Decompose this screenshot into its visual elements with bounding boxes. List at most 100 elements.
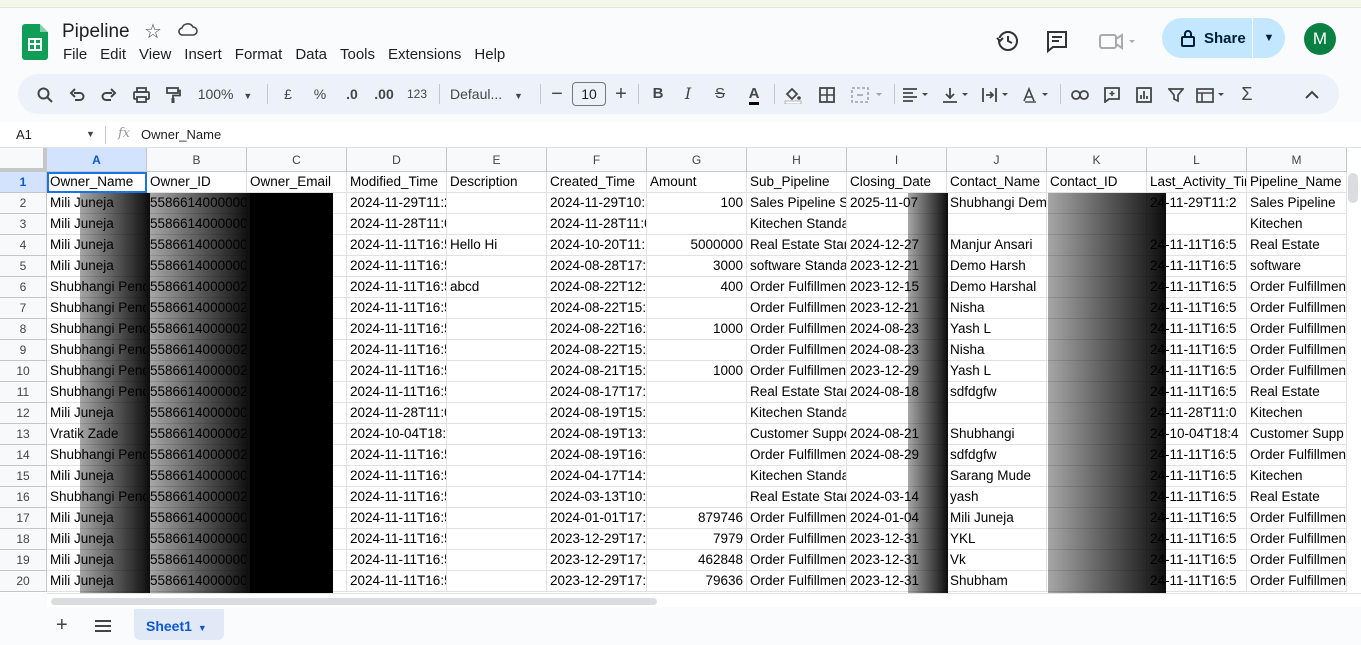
table-cell[interactable]: 2024-11-28T11:03:12+05:30: [347, 403, 447, 424]
print-icon[interactable]: [130, 74, 152, 114]
table-cell[interactable]: 2024-11-11T16:52:27+05:30: [347, 361, 447, 382]
table-cell[interactable]: Shubhangi Dem: [947, 193, 1047, 214]
table-cell[interactable]: [447, 571, 547, 592]
bold-button[interactable]: B: [648, 74, 668, 114]
table-cell[interactable]: Kitechen Standard: [747, 466, 847, 487]
table-cell[interactable]: 2024-11-11T16:5: [347, 235, 447, 256]
menu-format[interactable]: Format: [235, 46, 291, 63]
table-cell[interactable]: [647, 487, 747, 508]
table-cell[interactable]: Order Fulfillmen: [1247, 340, 1347, 361]
table-cell[interactable]: [447, 508, 547, 529]
table-cell[interactable]: Order Fulfillment: [747, 298, 847, 319]
table-cell[interactable]: 2024-11-11T16:52:27+05:30: [347, 571, 447, 592]
table-cell[interactable]: 2024-11-28T11:09:05+05:30: [547, 214, 647, 235]
table-cell[interactable]: yash: [947, 487, 1047, 508]
borders-icon[interactable]: [816, 74, 838, 114]
table-cell[interactable]: 2024-08-28T17:3: [547, 256, 647, 277]
table-cell[interactable]: 100: [647, 193, 747, 214]
row-header[interactable]: 11: [0, 382, 47, 403]
table-cell[interactable]: 2024-11-11T16:52:27+05:30: [347, 256, 447, 277]
row-header[interactable]: 3: [0, 214, 47, 235]
table-cell[interactable]: 2024-08-22T16:2: [547, 319, 647, 340]
table-cell[interactable]: [947, 214, 1047, 235]
table-cell[interactable]: Order Fulfillment: [747, 340, 847, 361]
column-header[interactable]: I: [847, 148, 947, 172]
horizontal-align-icon[interactable]: [900, 74, 934, 114]
percent-button[interactable]: %: [310, 74, 330, 114]
fill-color-icon[interactable]: [782, 74, 804, 114]
table-cell[interactable]: Kitechen Standard: [747, 403, 847, 424]
table-cell[interactable]: 2024-04-17T14:01:49+05:30: [547, 466, 647, 487]
table-cell[interactable]: Manjur Ansari: [947, 235, 1047, 256]
document-title[interactable]: Pipeline: [62, 21, 130, 43]
header-cell[interactable]: Modified_Time: [347, 172, 447, 193]
table-cell[interactable]: [647, 424, 747, 445]
table-cell[interactable]: Kitechen: [1247, 403, 1347, 424]
table-cell[interactable]: 2024-11-11T16:52:27+05:30: [347, 550, 447, 571]
functions-icon[interactable]: Σ: [1236, 74, 1258, 114]
share-main[interactable]: Share: [1162, 18, 1252, 58]
strikethrough-button[interactable]: S: [710, 74, 730, 114]
table-cell[interactable]: Order Fulfillment: [747, 550, 847, 571]
history-icon[interactable]: [995, 28, 1021, 54]
table-cell[interactable]: Order Fulfillmen: [1247, 550, 1347, 571]
table-cell[interactable]: Order Fulfillment: [747, 445, 847, 466]
row-header[interactable]: 5: [0, 256, 47, 277]
table-cell[interactable]: 2024-10-04T18:48:40+05:30: [347, 424, 447, 445]
text-rotation-icon[interactable]: [1020, 74, 1054, 114]
table-cell[interactable]: [447, 298, 547, 319]
header-cell[interactable]: Closing_Date: [847, 172, 947, 193]
table-cell[interactable]: Order Fulfillmen: [1247, 361, 1347, 382]
table-cell[interactable]: [447, 487, 547, 508]
table-cell[interactable]: Order Fulfillmen: [1247, 319, 1347, 340]
table-cell[interactable]: 2024-01-01T17:4: [547, 508, 647, 529]
table-cell[interactable]: 2024-10-20T11:1: [547, 235, 647, 256]
table-cell[interactable]: Order Fulfillment: [747, 508, 847, 529]
merge-cells-icon[interactable]: [848, 74, 888, 114]
header-cell[interactable]: Contact_Name: [947, 172, 1047, 193]
currency-button[interactable]: £: [278, 74, 298, 114]
collapse-toolbar-icon[interactable]: [1300, 74, 1324, 114]
filter-views-icon[interactable]: [1194, 74, 1230, 114]
table-cell[interactable]: Order Fulfillment: [747, 571, 847, 592]
row-header[interactable]: 13: [0, 424, 47, 445]
table-cell[interactable]: 2024-08-19T13:13:10+05:30: [547, 424, 647, 445]
sheets-logo-icon[interactable]: [22, 24, 48, 60]
row-header[interactable]: 15: [0, 466, 47, 487]
table-cell[interactable]: abcd: [447, 277, 547, 298]
table-cell[interactable]: 2024-11-11T16:52:27+05:30: [347, 487, 447, 508]
table-cell[interactable]: software Standa: [747, 256, 847, 277]
table-cell[interactable]: [647, 382, 747, 403]
row-header[interactable]: 8: [0, 319, 47, 340]
table-cell[interactable]: Order Fulfillmen: [1247, 445, 1347, 466]
table-cell[interactable]: 2024-11-29T11:24:39+05:30: [347, 193, 447, 214]
meet-icon[interactable]: [1098, 28, 1140, 54]
table-cell[interactable]: [647, 466, 747, 487]
filter-icon[interactable]: [1164, 74, 1188, 114]
table-cell[interactable]: [447, 340, 547, 361]
header-cell[interactable]: Sub_Pipeline: [747, 172, 847, 193]
table-cell[interactable]: Order Fulfillment: [747, 319, 847, 340]
table-cell[interactable]: [447, 529, 547, 550]
column-header[interactable]: K: [1047, 148, 1147, 172]
table-cell[interactable]: Yash L: [947, 319, 1047, 340]
vertical-align-icon[interactable]: [940, 74, 974, 114]
table-cell[interactable]: 2024-11-29T10:5: [547, 193, 647, 214]
table-cell[interactable]: Order Fulfillment: [747, 361, 847, 382]
table-cell[interactable]: [447, 424, 547, 445]
table-cell[interactable]: Kitechen: [1247, 466, 1347, 487]
name-box-dropdown-icon[interactable]: ▼: [86, 129, 95, 139]
column-header[interactable]: L: [1147, 148, 1247, 172]
menu-tools[interactable]: Tools: [340, 46, 383, 63]
menu-extensions[interactable]: Extensions: [388, 46, 469, 63]
table-cell[interactable]: [647, 445, 747, 466]
table-cell[interactable]: Order Fulfillmen: [1247, 508, 1347, 529]
table-cell[interactable]: Sarang Mude: [947, 466, 1047, 487]
font-size-input[interactable]: 10: [572, 82, 606, 106]
table-cell[interactable]: [647, 340, 747, 361]
increase-decimal-button[interactable]: .00: [370, 74, 398, 114]
table-cell[interactable]: 2024-11-11T16:52:27+05:30: [347, 445, 447, 466]
table-cell[interactable]: Kitechen Standard: [747, 214, 847, 235]
table-cell[interactable]: 400: [647, 277, 747, 298]
row-header[interactable]: 2: [0, 193, 47, 214]
